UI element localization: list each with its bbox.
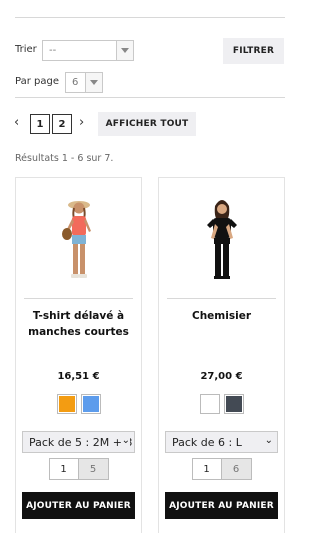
chevron-right-icon[interactable]: › [79, 116, 84, 129]
variant-select[interactable]: Pack de 6 : L ⌄ [165, 431, 278, 453]
chevron-left-icon[interactable]: ‹ [14, 116, 19, 129]
results-count: Résultats 1 - 6 sur 7. [15, 153, 114, 164]
chevron-down-icon: ⌄ [121, 435, 130, 446]
pack-quantity: 5 [78, 458, 109, 480]
per-page-label: Par page [15, 76, 59, 87]
sort-select-value: -- [49, 45, 57, 56]
product-name[interactable]: T-shirt délavé à manches courtes [22, 308, 135, 340]
product-price: 16,51 € [57, 371, 100, 382]
color-swatch-blue[interactable] [80, 394, 101, 414]
quantity-stepper: 1 6 [159, 458, 284, 480]
variant-select-value: Pack de 6 : L [172, 435, 242, 449]
filter-button[interactable]: FILTRER [223, 38, 284, 64]
variant-select-value: Pack de 5 : 2M + 3 [29, 435, 133, 449]
product-card[interactable]: Chemisier 27,00 € Pack de 6 : L ⌄ 1 6 AJ… [158, 177, 285, 533]
sort-label: Trier [15, 44, 37, 55]
quantity-input[interactable]: 1 [48, 458, 79, 480]
per-page-select-value: 6 [72, 77, 79, 88]
page-1-button[interactable]: 1 [30, 114, 50, 134]
color-swatch-dark-grey[interactable] [223, 394, 244, 414]
show-all-button[interactable]: AFFICHER TOUT [98, 112, 196, 136]
product-image[interactable] [16, 188, 141, 298]
quantity-stepper: 1 5 [16, 458, 141, 480]
quantity-input[interactable]: 1 [191, 458, 222, 480]
card-divider [24, 298, 133, 299]
page-2-button[interactable]: 2 [52, 114, 72, 134]
chevron-down-icon: ⌄ [264, 435, 273, 446]
top-divider [15, 17, 285, 18]
product-price: 27,00 € [200, 371, 243, 382]
product-image[interactable] [159, 188, 284, 298]
add-to-cart-button[interactable]: AJOUTER AU PANIER [22, 492, 135, 519]
color-swatch-orange[interactable] [56, 394, 77, 414]
variant-select[interactable]: Pack de 5 : 2M + 3 ⌄ [22, 431, 135, 453]
color-swatch-white[interactable] [199, 394, 220, 414]
pack-quantity: 6 [221, 458, 252, 480]
product-name[interactable]: Chemisier [165, 308, 278, 324]
product-card[interactable]: T-shirt délavé à manches courtes 16,51 €… [15, 177, 142, 533]
chevron-down-icon [116, 41, 133, 60]
add-to-cart-button[interactable]: AJOUTER AU PANIER [165, 492, 278, 519]
chevron-down-icon [85, 73, 102, 92]
per-page-select[interactable]: 6 [65, 72, 103, 93]
filters-divider [15, 97, 285, 98]
color-swatches [159, 394, 284, 414]
sort-select[interactable]: -- [42, 40, 134, 61]
color-swatches [16, 394, 141, 414]
card-divider [167, 298, 276, 299]
